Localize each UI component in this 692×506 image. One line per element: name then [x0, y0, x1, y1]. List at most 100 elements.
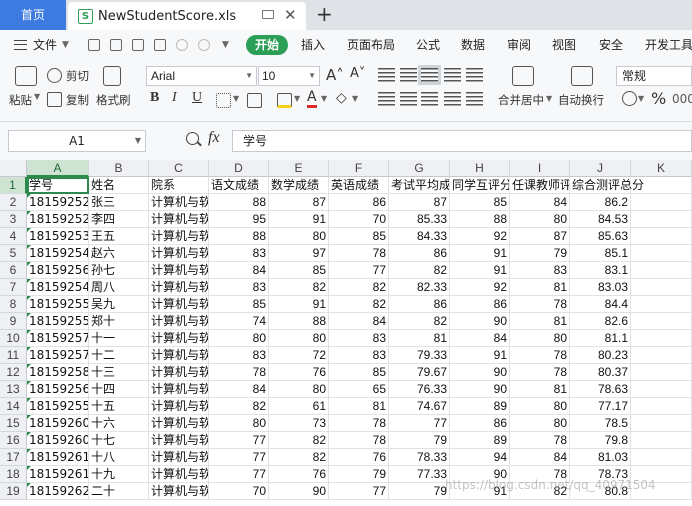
cell-g2[interactable]: 87	[389, 194, 450, 211]
close-tab-icon[interactable]: ✕	[284, 6, 297, 24]
chevron-down-icon[interactable]: ▼	[352, 94, 358, 103]
cell-e8[interactable]: 91	[269, 296, 329, 313]
cell-e7[interactable]: 82	[269, 279, 329, 296]
cell-h16[interactable]: 89	[450, 432, 510, 449]
cell-j9[interactable]: 82.6	[570, 313, 631, 330]
cell-b4[interactable]: 王五	[89, 228, 149, 245]
row-header-3[interactable]: 3	[0, 211, 27, 228]
cell-c13[interactable]: 计算机与软	[149, 381, 209, 398]
cell-c2[interactable]: 计算机与软	[149, 194, 209, 211]
cell-i14[interactable]: 80	[510, 398, 570, 415]
cell-k9[interactable]	[631, 313, 692, 330]
cell-i3[interactable]: 80	[510, 211, 570, 228]
cell-j6[interactable]: 83.1	[570, 262, 631, 279]
cell-a3[interactable]: 18159252	[27, 211, 89, 228]
tab-developer[interactable]: 开发工具	[645, 30, 692, 60]
cell-a4[interactable]: 18159253	[27, 228, 89, 245]
align-top-icon[interactable]	[378, 68, 395, 82]
cell-e10[interactable]: 80	[269, 330, 329, 347]
cell-f15[interactable]: 78	[329, 415, 389, 432]
row-header-9[interactable]: 9	[0, 313, 27, 330]
tab-home[interactable]: 首页	[0, 0, 66, 30]
cell-g3[interactable]: 85.33	[389, 211, 450, 228]
cell-a19[interactable]: 18159262	[27, 483, 89, 500]
cell-k13[interactable]	[631, 381, 692, 398]
cell-b1[interactable]: 姓名	[89, 177, 149, 194]
cell-f3[interactable]: 70	[329, 211, 389, 228]
row-header-14[interactable]: 14	[0, 398, 27, 415]
cell-a5[interactable]: 18159254	[27, 245, 89, 262]
cell-d3[interactable]: 95	[209, 211, 269, 228]
cell-d1[interactable]: 语文成绩	[209, 177, 269, 194]
cell-b17[interactable]: 十八	[89, 449, 149, 466]
cell-b10[interactable]: 十一	[89, 330, 149, 347]
cell-e19[interactable]: 90	[269, 483, 329, 500]
format-painter-button[interactable]: 格式刷	[96, 92, 131, 108]
cell-c18[interactable]: 计算机与软	[149, 466, 209, 483]
cell-h8[interactable]: 86	[450, 296, 510, 313]
column-header-d[interactable]: D	[209, 160, 269, 177]
cell-a2[interactable]: 18159252	[27, 194, 89, 211]
cell-k5[interactable]	[631, 245, 692, 262]
cell-d13[interactable]: 84	[209, 381, 269, 398]
align-right-icon[interactable]	[421, 92, 438, 106]
tab-view[interactable]: 视图	[552, 30, 576, 60]
chevron-down-icon[interactable]: ▼	[638, 94, 644, 103]
cell-e9[interactable]: 88	[269, 313, 329, 330]
cell-f1[interactable]: 英语成绩	[329, 177, 389, 194]
grow-font-icon[interactable]: A˄	[326, 66, 344, 84]
tab-start[interactable]: 开始	[246, 35, 288, 55]
cell-i4[interactable]: 87	[510, 228, 570, 245]
cell-g7[interactable]: 82.33	[389, 279, 450, 296]
cell-h10[interactable]: 84	[450, 330, 510, 347]
thousands-separator-icon[interactable]: 000	[672, 92, 692, 106]
cell-f12[interactable]: 85	[329, 364, 389, 381]
cell-i11[interactable]: 78	[510, 347, 570, 364]
cell-b19[interactable]: 二十	[89, 483, 149, 500]
cell-f4[interactable]: 85	[329, 228, 389, 245]
align-bottom-icon[interactable]	[418, 65, 441, 85]
cell-c6[interactable]: 计算机与软	[149, 262, 209, 279]
cell-b9[interactable]: 郑十	[89, 313, 149, 330]
cell-j3[interactable]: 84.53	[570, 211, 631, 228]
cell-j16[interactable]: 79.8	[570, 432, 631, 449]
cell-b18[interactable]: 十九	[89, 466, 149, 483]
cell-d19[interactable]: 70	[209, 483, 269, 500]
cell-c5[interactable]: 计算机与软	[149, 245, 209, 262]
cell-j15[interactable]: 78.5	[570, 415, 631, 432]
font-color-icon[interactable]: A	[307, 90, 317, 108]
chevron-down-icon[interactable]: ▼	[321, 94, 327, 103]
underline-button[interactable]: U	[192, 90, 202, 106]
column-header-g[interactable]: G	[389, 160, 450, 177]
cell-f2[interactable]: 86	[329, 194, 389, 211]
cell-g5[interactable]: 86	[389, 245, 450, 262]
align-middle-icon[interactable]	[400, 68, 417, 82]
row-header-10[interactable]: 10	[0, 330, 27, 347]
cell-a14[interactable]: 18159255	[27, 398, 89, 415]
wrap-text-button[interactable]: 自动换行	[558, 92, 604, 108]
chevron-down-icon[interactable]: ▼	[62, 30, 69, 60]
copy-button[interactable]: 复制	[66, 92, 89, 108]
cell-f10[interactable]: 83	[329, 330, 389, 347]
window-icon[interactable]	[262, 10, 274, 19]
column-header-f[interactable]: F	[329, 160, 389, 177]
chevron-down-icon[interactable]: ▼	[294, 94, 300, 103]
cell-e2[interactable]: 87	[269, 194, 329, 211]
cell-a18[interactable]: 18159261	[27, 466, 89, 483]
file-menu[interactable]: 文件	[33, 30, 57, 60]
cell-e18[interactable]: 76	[269, 466, 329, 483]
cell-a9[interactable]: 18159255	[27, 313, 89, 330]
cell-c16[interactable]: 计算机与软	[149, 432, 209, 449]
cell-g16[interactable]: 79	[389, 432, 450, 449]
cell-i10[interactable]: 80	[510, 330, 570, 347]
cell-b8[interactable]: 吴九	[89, 296, 149, 313]
row-header-4[interactable]: 4	[0, 228, 27, 245]
cell-d6[interactable]: 84	[209, 262, 269, 279]
cell-b14[interactable]: 十五	[89, 398, 149, 415]
quick-access-more-icon[interactable]: ▼	[222, 30, 229, 60]
cell-k2[interactable]	[631, 194, 692, 211]
tab-formulas[interactable]: 公式	[416, 30, 440, 60]
cell-c10[interactable]: 计算机与软	[149, 330, 209, 347]
cell-f14[interactable]: 81	[329, 398, 389, 415]
cell-h12[interactable]: 90	[450, 364, 510, 381]
